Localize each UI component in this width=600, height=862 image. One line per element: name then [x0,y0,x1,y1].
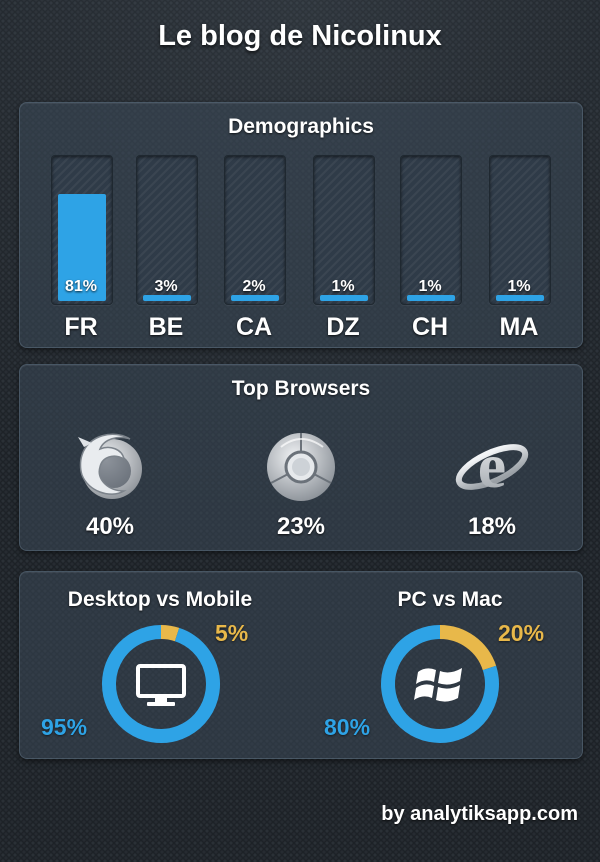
demographics-panel: Demographics 81% FR 3% BE 2% CA 1% DZ 1% CH 1% MA [19,102,583,348]
bar-value-label: 2% [242,278,266,295]
internet-explorer-icon: e [455,430,529,501]
donut-segment-minor [439,625,497,671]
mobile-percent: 5% [215,620,249,646]
browser-ie: e 18% [432,425,552,541]
pc-mac-title: PC vs Mac [397,588,503,611]
mac-percent: 20% [498,620,545,646]
bar-value-label: 81% [64,278,98,295]
demographics-title: Demographics [228,115,374,138]
pc-mac-donut [381,625,499,743]
chrome-icon [267,433,335,501]
bar-value-label: 1% [418,278,442,295]
browsers-panel: Top Browsers 40% 23% e 18% [19,364,583,551]
browsers-title: Top Browsers [231,377,371,400]
firefox-icon [78,433,142,499]
windows-icon [414,668,462,702]
pc-percent: 80% [324,714,371,740]
page-title: Le blog de Nicolinux [158,20,442,52]
bar-category-label: FR [64,313,98,341]
bar-value-label: 1% [507,278,531,295]
bar-category-label: CH [411,313,449,341]
devices-panel: Desktop vs Mobile PC vs Mac 5% 95% 20% 8… [19,571,583,759]
chrome-percent: 23% [276,513,326,540]
bar-category-label: CA [235,313,273,341]
bar-value-label: 1% [331,278,355,295]
desktop-mobile-title: Desktop vs Mobile [67,588,253,611]
donut-segment-minor [160,625,180,642]
svg-text:e: e [478,430,506,501]
footer-credit: by analytiksapp.com [381,803,578,825]
ie-percent: 18% [467,513,517,540]
bar-category-label: MA [499,313,539,341]
bar-value-label: 3% [154,278,178,295]
firefox-percent: 40% [85,513,135,540]
desktop-percent: 95% [41,714,88,740]
bar-category-label: BE [148,313,184,341]
browser-firefox: 40% [50,425,170,541]
desktop-mobile-donut [102,625,220,743]
donut-segment-major [102,625,220,743]
bar-category-label: DZ [326,313,360,341]
browser-chrome: 23% [241,425,361,541]
monitor-icon [136,664,186,706]
